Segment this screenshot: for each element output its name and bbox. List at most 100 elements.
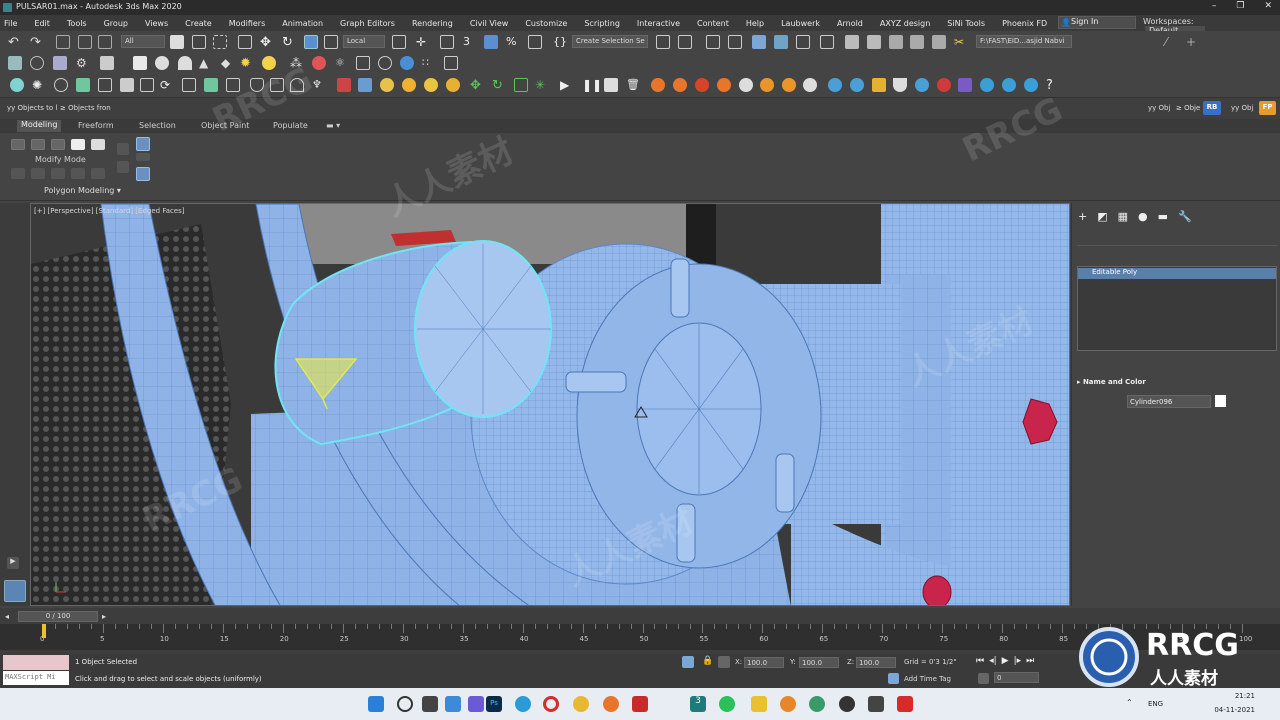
- fire-icon-2[interactable]: [673, 78, 687, 92]
- play-button-icon[interactable]: ▶: [1002, 656, 1009, 666]
- select-manipulate-icon[interactable]: ✛: [416, 35, 430, 49]
- water-icon-2[interactable]: [850, 78, 864, 92]
- task-view-icon[interactable]: [422, 696, 438, 712]
- spline-icon[interactable]: [356, 56, 370, 70]
- pin-icon[interactable]: [10, 78, 24, 92]
- fire-icon-5[interactable]: [760, 78, 774, 92]
- maximize-button[interactable]: ❐: [1236, 1, 1244, 11]
- menu-interactive[interactable]: Interactive: [637, 19, 680, 28]
- yellow-flower-icon[interactable]: [446, 78, 460, 92]
- link-icon[interactable]: [56, 35, 70, 49]
- ref-coord-dropdown[interactable]: Local: [343, 35, 385, 48]
- isolate-icon[interactable]: [682, 656, 694, 668]
- app-red-icon[interactable]: [632, 696, 648, 712]
- menu-arnold[interactable]: Arnold: [837, 19, 863, 28]
- photoshop-icon[interactable]: Ps: [486, 696, 502, 712]
- camera-icon[interactable]: [182, 78, 196, 92]
- bowl-icon[interactable]: [893, 78, 907, 92]
- bind-space-warp-icon[interactable]: [98, 35, 112, 49]
- tab-selection[interactable]: Selection: [139, 121, 176, 130]
- chat-icon[interactable]: [468, 696, 484, 712]
- water-icon-4[interactable]: [980, 78, 994, 92]
- objects-from-layer-button[interactable]: ≥ Objects fron: [60, 104, 111, 112]
- modify-icon-2[interactable]: [31, 139, 45, 150]
- search-icon[interactable]: [397, 696, 413, 712]
- image-icon[interactable]: [53, 56, 67, 70]
- hat-icon[interactable]: [290, 78, 304, 92]
- blue-cube-icon[interactable]: [358, 78, 372, 92]
- right-obj-button-1[interactable]: yy Obj: [1148, 104, 1170, 112]
- menu-scripting[interactable]: Scripting: [584, 19, 620, 28]
- close-button[interactable]: ✕: [1264, 1, 1272, 11]
- timeline-right-icon[interactable]: ▸: [102, 612, 106, 621]
- edit-named-sel-icon[interactable]: {}: [553, 35, 567, 49]
- plane-icon[interactable]: [133, 56, 147, 70]
- maxscript-mini-field[interactable]: MAXScript Mi: [3, 671, 69, 685]
- render-iterative-icon[interactable]: [910, 35, 924, 49]
- project-path-field[interactable]: F:\FAST\EID...asjid Nabvi: [976, 35, 1072, 48]
- curve-editor-icon[interactable]: [774, 35, 788, 49]
- globe-icon[interactable]: [400, 56, 414, 70]
- smoke-icon[interactable]: [739, 78, 753, 92]
- render-icon[interactable]: [889, 35, 903, 49]
- menu-graph-editors[interactable]: Graph Editors: [340, 19, 395, 28]
- explorer-icon[interactable]: [751, 696, 767, 712]
- purple-icon[interactable]: [958, 78, 972, 92]
- next-frame-icon[interactable]: |▸: [1014, 656, 1022, 666]
- timeline-left-icon[interactable]: ◂: [5, 612, 9, 621]
- hierarchy-tab-icon[interactable]: ▦: [1118, 210, 1128, 223]
- menu-create[interactable]: Create: [185, 19, 212, 28]
- grid-icon[interactable]: [444, 56, 458, 70]
- cube-icon[interactable]: [120, 78, 134, 92]
- right-obj-button-3[interactable]: yy Obj: [1231, 104, 1253, 112]
- undo-icon[interactable]: ↶: [8, 35, 22, 50]
- tab-freeform[interactable]: Freeform: [78, 121, 114, 130]
- key-mode-icon[interactable]: [978, 673, 989, 684]
- snap-green-icon[interactable]: ✳: [535, 78, 549, 92]
- whatsapp-icon[interactable]: [719, 696, 735, 712]
- particles-icon[interactable]: ⁂: [290, 56, 304, 70]
- menu-sini-tools[interactable]: SiNi Tools: [947, 19, 985, 28]
- light-bulb-icon[interactable]: [262, 56, 276, 70]
- place-icon[interactable]: [324, 35, 338, 49]
- panel-icon[interactable]: [98, 78, 112, 92]
- poly-tool-4[interactable]: [71, 168, 85, 179]
- pivot-icon[interactable]: [392, 35, 406, 49]
- firefox-icon[interactable]: [603, 696, 619, 712]
- rotate-green-icon[interactable]: ↻: [492, 78, 506, 93]
- active-shade-icon[interactable]: [932, 35, 946, 49]
- viewport-layout-icon[interactable]: [4, 580, 26, 602]
- water-icon-3[interactable]: [915, 78, 929, 92]
- current-frame-field[interactable]: 0: [994, 672, 1039, 683]
- camera-app-icon[interactable]: [839, 696, 855, 712]
- menu-phoenix-fd[interactable]: Phoenix FD: [1002, 19, 1047, 28]
- window-crossing-icon[interactable]: [238, 35, 252, 49]
- menu-content[interactable]: Content: [697, 19, 729, 28]
- mirror-icon[interactable]: [656, 35, 670, 49]
- scale-green-icon[interactable]: [514, 78, 528, 92]
- ribbon-side-icon-3[interactable]: [136, 137, 150, 151]
- fire-icon-1[interactable]: [651, 78, 665, 92]
- edge-icon[interactable]: [515, 696, 531, 712]
- motion-tab-icon[interactable]: ●: [1138, 210, 1148, 223]
- menu-animation[interactable]: Animation: [282, 19, 323, 28]
- menu-laubwerk[interactable]: Laubwerk: [781, 19, 820, 28]
- ribbon-side-icon-1[interactable]: [117, 143, 129, 155]
- fire-icon-4[interactable]: [717, 78, 731, 92]
- display-tab-icon[interactable]: ▬: [1158, 210, 1168, 223]
- x-field[interactable]: 100.0: [744, 657, 784, 668]
- utilities-tab-icon[interactable]: 🔧: [1178, 210, 1192, 223]
- go-start-icon[interactable]: ⏮: [976, 656, 984, 666]
- unlink-icon[interactable]: [78, 35, 92, 49]
- modify-icon-5[interactable]: [91, 139, 105, 150]
- modify-icon-3[interactable]: [51, 139, 65, 150]
- modify-icon-4[interactable]: [71, 139, 85, 150]
- material-editor-icon[interactable]: [820, 35, 834, 49]
- clock[interactable]: 21:21 04-11-2021: [1214, 692, 1255, 714]
- pot-icon[interactable]: [250, 78, 264, 92]
- ribbon-side-icon-2[interactable]: [117, 161, 129, 173]
- plus-icon[interactable]: +: [1186, 35, 1200, 49]
- fp-button[interactable]: FP: [1259, 101, 1276, 115]
- tab-object-paint[interactable]: Object Paint: [201, 121, 249, 130]
- vray-icon[interactable]: [868, 696, 884, 712]
